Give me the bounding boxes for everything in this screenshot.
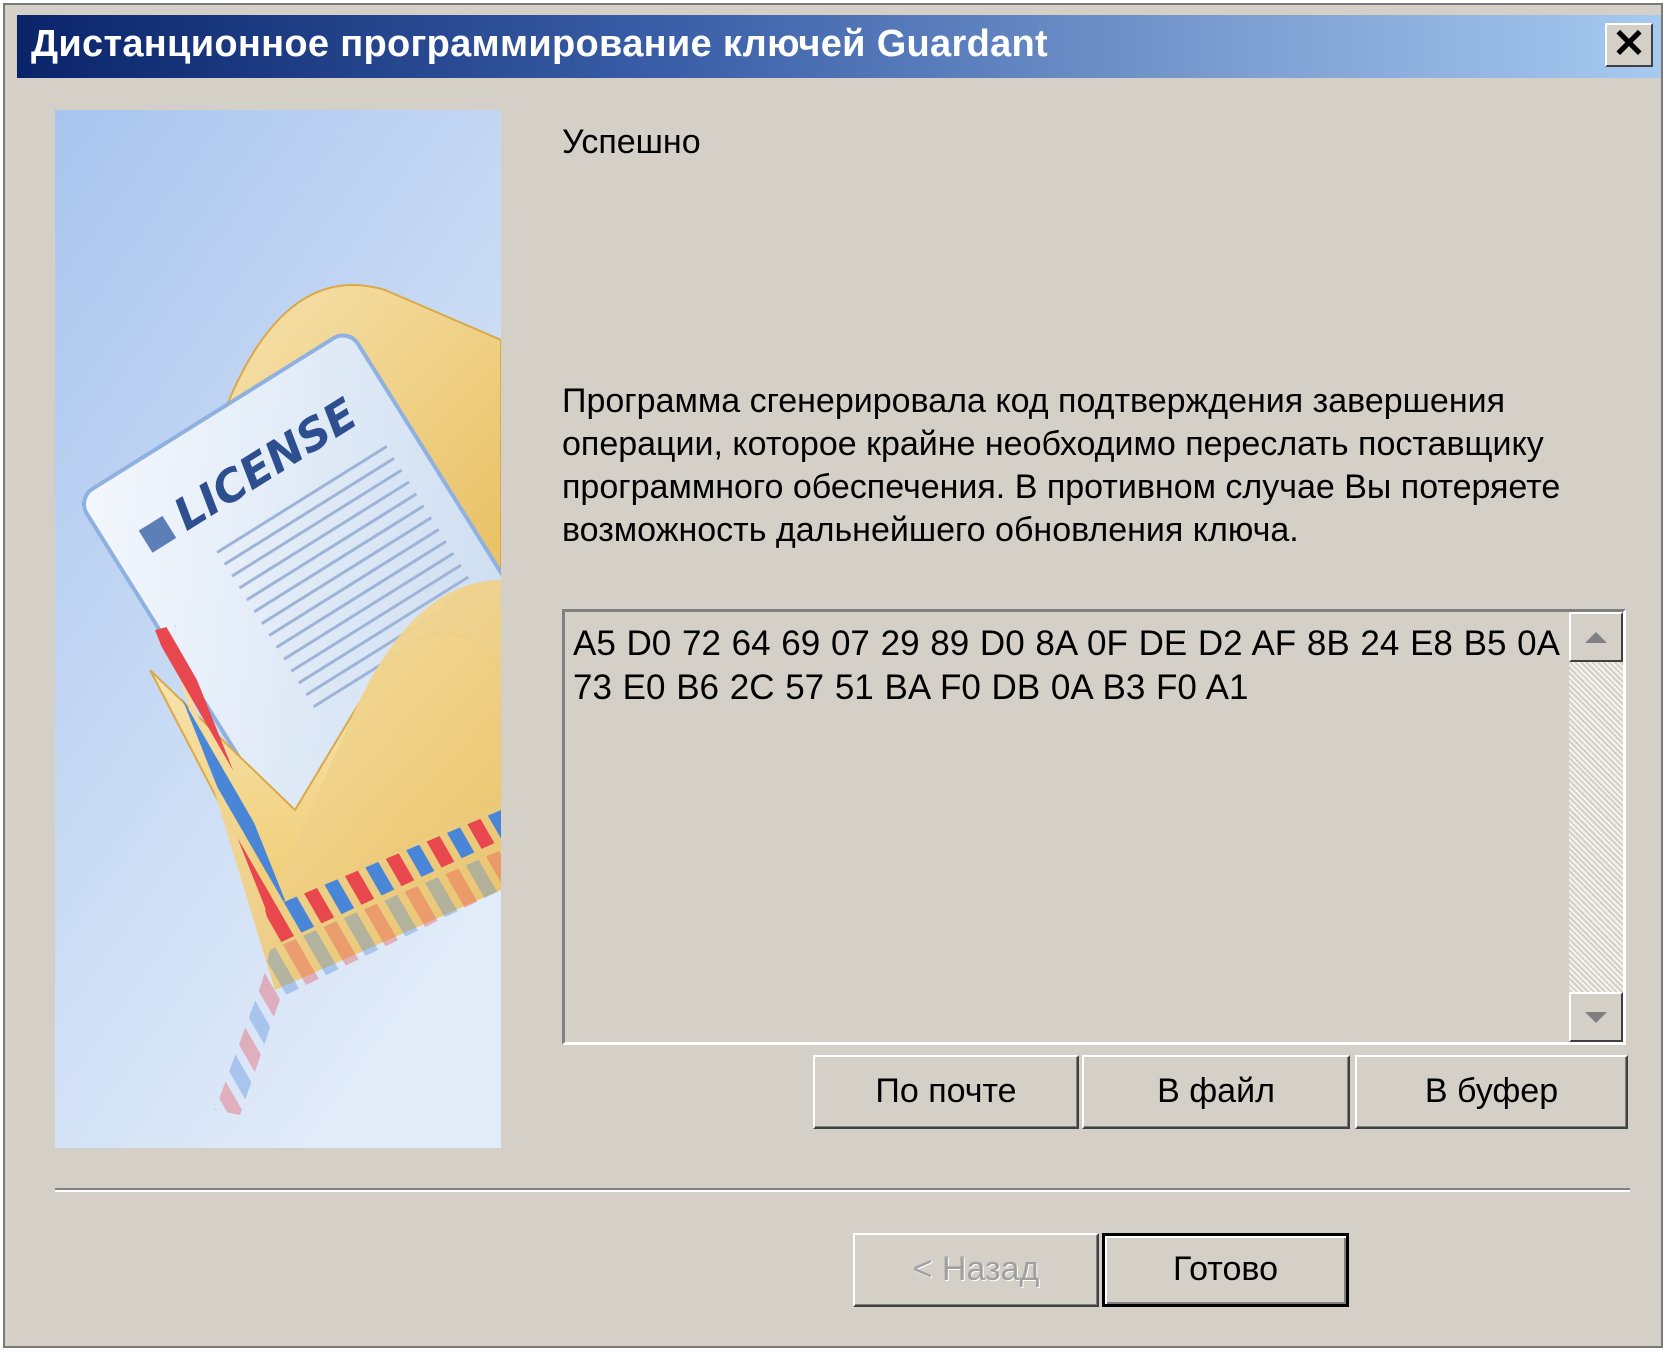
status-heading: Успешно: [562, 123, 701, 161]
footer-separator: [55, 1188, 1630, 1192]
save-to-file-button[interactable]: В файл: [1082, 1055, 1350, 1129]
close-button[interactable]: ✕: [1605, 23, 1653, 67]
confirmation-code-textarea[interactable]: A5 D0 72 64 69 07 29 89 D0 8A 0F DE D2 A…: [562, 609, 1626, 1045]
license-illustration: LICENSE: [55, 110, 501, 1148]
dialog-window: Дистанционное программирование ключей Gu…: [3, 3, 1663, 1348]
arrow-up-icon: [1585, 631, 1607, 643]
window-title: Дистанционное программирование ключей Gu…: [31, 23, 1048, 65]
arrow-down-icon: [1585, 1011, 1607, 1023]
info-message: Программа сгенерировала код подтверждени…: [562, 382, 1561, 549]
copy-to-clipboard-button[interactable]: В буфер: [1355, 1055, 1628, 1129]
back-button[interactable]: < Назад: [853, 1233, 1099, 1307]
scroll-down-button[interactable]: [1569, 992, 1623, 1042]
scroll-up-button[interactable]: [1569, 612, 1623, 662]
vertical-scrollbar[interactable]: [1569, 612, 1623, 1042]
title-bar[interactable]: Дистанционное программирование ключей Gu…: [17, 15, 1661, 78]
confirmation-code-text[interactable]: A5 D0 72 64 69 07 29 89 D0 8A 0F DE D2 A…: [573, 622, 1563, 710]
send-by-email-button[interactable]: По почте: [813, 1055, 1079, 1129]
license-envelope-icon: LICENSE: [55, 110, 501, 1148]
finish-button[interactable]: Готово: [1102, 1233, 1349, 1307]
